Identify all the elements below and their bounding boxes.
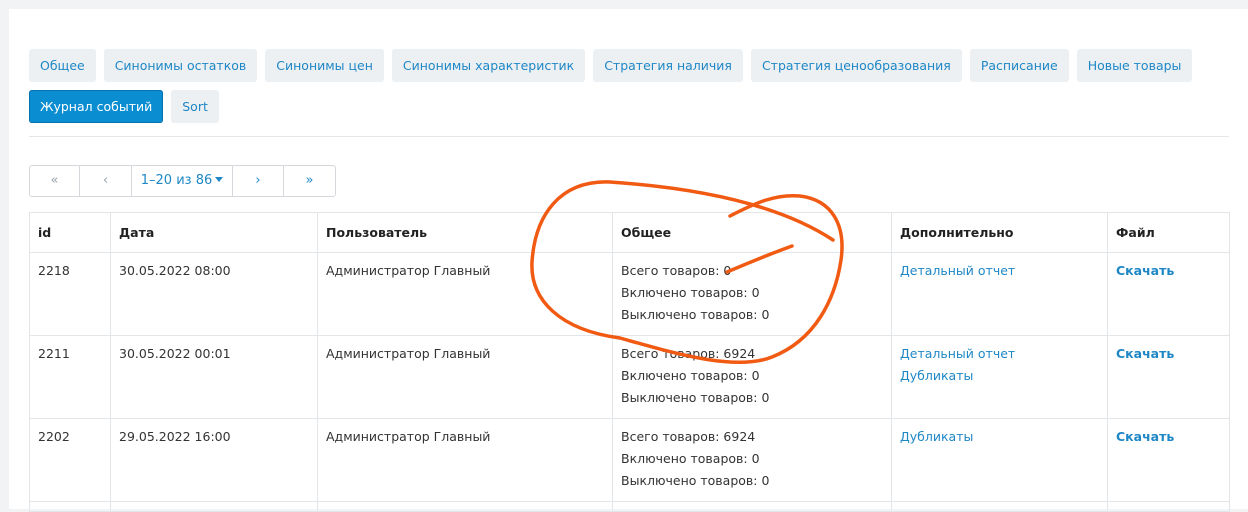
cell-summary (612, 501, 892, 512)
table-row: 2218 30.05.2022 08:00 Администратор Глав… (29, 252, 1230, 336)
tab-schedule[interactable]: Расписание (969, 49, 1069, 82)
pagination: « ‹ 1–20 из 86 › » (29, 165, 336, 197)
cell-id: 2211 (29, 335, 111, 419)
cell-user: Администратор Главный (317, 252, 613, 336)
tab-row-2: Журнал событий Sort (29, 90, 1229, 123)
cell-id (29, 501, 111, 512)
next-page-button[interactable]: › (233, 166, 284, 196)
divider (29, 136, 1229, 137)
column-header-date: Дата (110, 212, 318, 253)
cell-date (110, 501, 318, 512)
tab-row-1: Общее Синонимы остатков Синонимы цен Син… (29, 49, 1229, 82)
row-date: 30.05.2022 00:01 (119, 346, 231, 361)
tab-stock-synonyms[interactable]: Синонимы остатков (103, 49, 258, 82)
tab-bar: Общее Синонимы остатков Синонимы цен Син… (29, 49, 1229, 131)
page-range-label: 1–20 из 86 (140, 173, 213, 188)
last-page-button[interactable]: » (284, 166, 335, 196)
table-row: 2211 30.05.2022 00:01 Администратор Глав… (29, 335, 1230, 419)
cell-file (1107, 501, 1230, 512)
cell-extra: Дубликаты (891, 418, 1108, 502)
row-id: 2218 (38, 263, 70, 278)
cell-id: 2202 (29, 418, 111, 502)
cell-extra (891, 501, 1108, 512)
prev-page-button[interactable]: ‹ (80, 166, 132, 196)
column-header-user: Пользователь (317, 212, 613, 253)
download-link[interactable]: Скачать (1116, 426, 1221, 448)
cell-id: 2218 (29, 252, 111, 336)
row-id: 2202 (38, 429, 70, 444)
column-header-summary: Общее (612, 212, 892, 253)
tab-sort[interactable]: Sort (171, 90, 219, 123)
caret-down-icon (215, 177, 224, 182)
cell-date: 30.05.2022 08:00 (110, 252, 318, 336)
cell-summary: Всего товаров: 6924 Включено товаров: 0 … (612, 335, 892, 419)
tab-availability-strategy[interactable]: Стратегия наличия (593, 49, 743, 82)
column-header-extra: Дополнительно (891, 212, 1108, 253)
duplicates-link[interactable]: Дубликаты (900, 365, 1099, 387)
table-header: id Дата Пользователь Общее Дополнительно… (29, 212, 1230, 253)
table-row (29, 501, 1230, 512)
cell-user (317, 501, 613, 512)
cell-summary: Всего товаров: 0 Включено товаров: 0 Вык… (612, 252, 892, 336)
row-id: 2211 (38, 346, 70, 361)
tab-event-log[interactable]: Журнал событий (29, 90, 164, 123)
content-panel: Общее Синонимы остатков Синонимы цен Син… (9, 9, 1248, 512)
cell-user: Администратор Главный (317, 335, 613, 419)
enabled-products: Включено товаров: 0 (621, 368, 760, 383)
row-user: Администратор Главный (326, 429, 491, 444)
download-link[interactable]: Скачать (1116, 343, 1221, 365)
tab-general[interactable]: Общее (29, 49, 96, 82)
first-page-button[interactable]: « (30, 166, 80, 196)
total-products: Всего товаров: 6924 (621, 346, 756, 361)
download-link[interactable]: Скачать (1116, 260, 1221, 282)
cell-file: Скачать (1107, 418, 1230, 502)
column-header-file: Файл (1107, 212, 1230, 253)
cell-summary: Всего товаров: 6924 Включено товаров: 0 … (612, 418, 892, 502)
total-products: Всего товаров: 6924 (621, 429, 756, 444)
event-log-table: id Дата Пользователь Общее Дополнительно… (29, 212, 1230, 512)
row-date: 30.05.2022 08:00 (119, 263, 231, 278)
row-date: 29.05.2022 16:00 (119, 429, 231, 444)
detailed-report-link[interactable]: Детальный отчет (900, 343, 1099, 365)
cell-date: 30.05.2022 00:01 (110, 335, 318, 419)
disabled-products: Выключено товаров: 0 (621, 473, 770, 488)
cell-extra: Детальный отчет (891, 252, 1108, 336)
disabled-products: Выключено товаров: 0 (621, 307, 770, 322)
row-user: Администратор Главный (326, 263, 491, 278)
total-products: Всего товаров: 0 (621, 263, 732, 278)
duplicates-link[interactable]: Дубликаты (900, 426, 1099, 448)
cell-extra: Детальный отчет Дубликаты (891, 335, 1108, 419)
enabled-products: Включено товаров: 0 (621, 285, 760, 300)
tab-attribute-synonyms[interactable]: Синонимы характеристик (391, 49, 586, 82)
cell-date: 29.05.2022 16:00 (110, 418, 318, 502)
row-user: Администратор Главный (326, 346, 491, 361)
cell-file: Скачать (1107, 335, 1230, 419)
disabled-products: Выключено товаров: 0 (621, 390, 770, 405)
column-header-id: id (29, 212, 111, 253)
page-range-dropdown[interactable]: 1–20 из 86 (132, 166, 233, 196)
tab-new-products[interactable]: Новые товары (1076, 49, 1193, 82)
tab-pricing-strategy[interactable]: Стратегия ценообразования (750, 49, 962, 82)
detailed-report-link[interactable]: Детальный отчет (900, 260, 1099, 282)
enabled-products: Включено товаров: 0 (621, 451, 760, 466)
table-row: 2202 29.05.2022 16:00 Администратор Глав… (29, 418, 1230, 502)
tab-price-synonyms[interactable]: Синонимы цен (265, 49, 384, 82)
cell-file: Скачать (1107, 252, 1230, 336)
cell-user: Администратор Главный (317, 418, 613, 502)
